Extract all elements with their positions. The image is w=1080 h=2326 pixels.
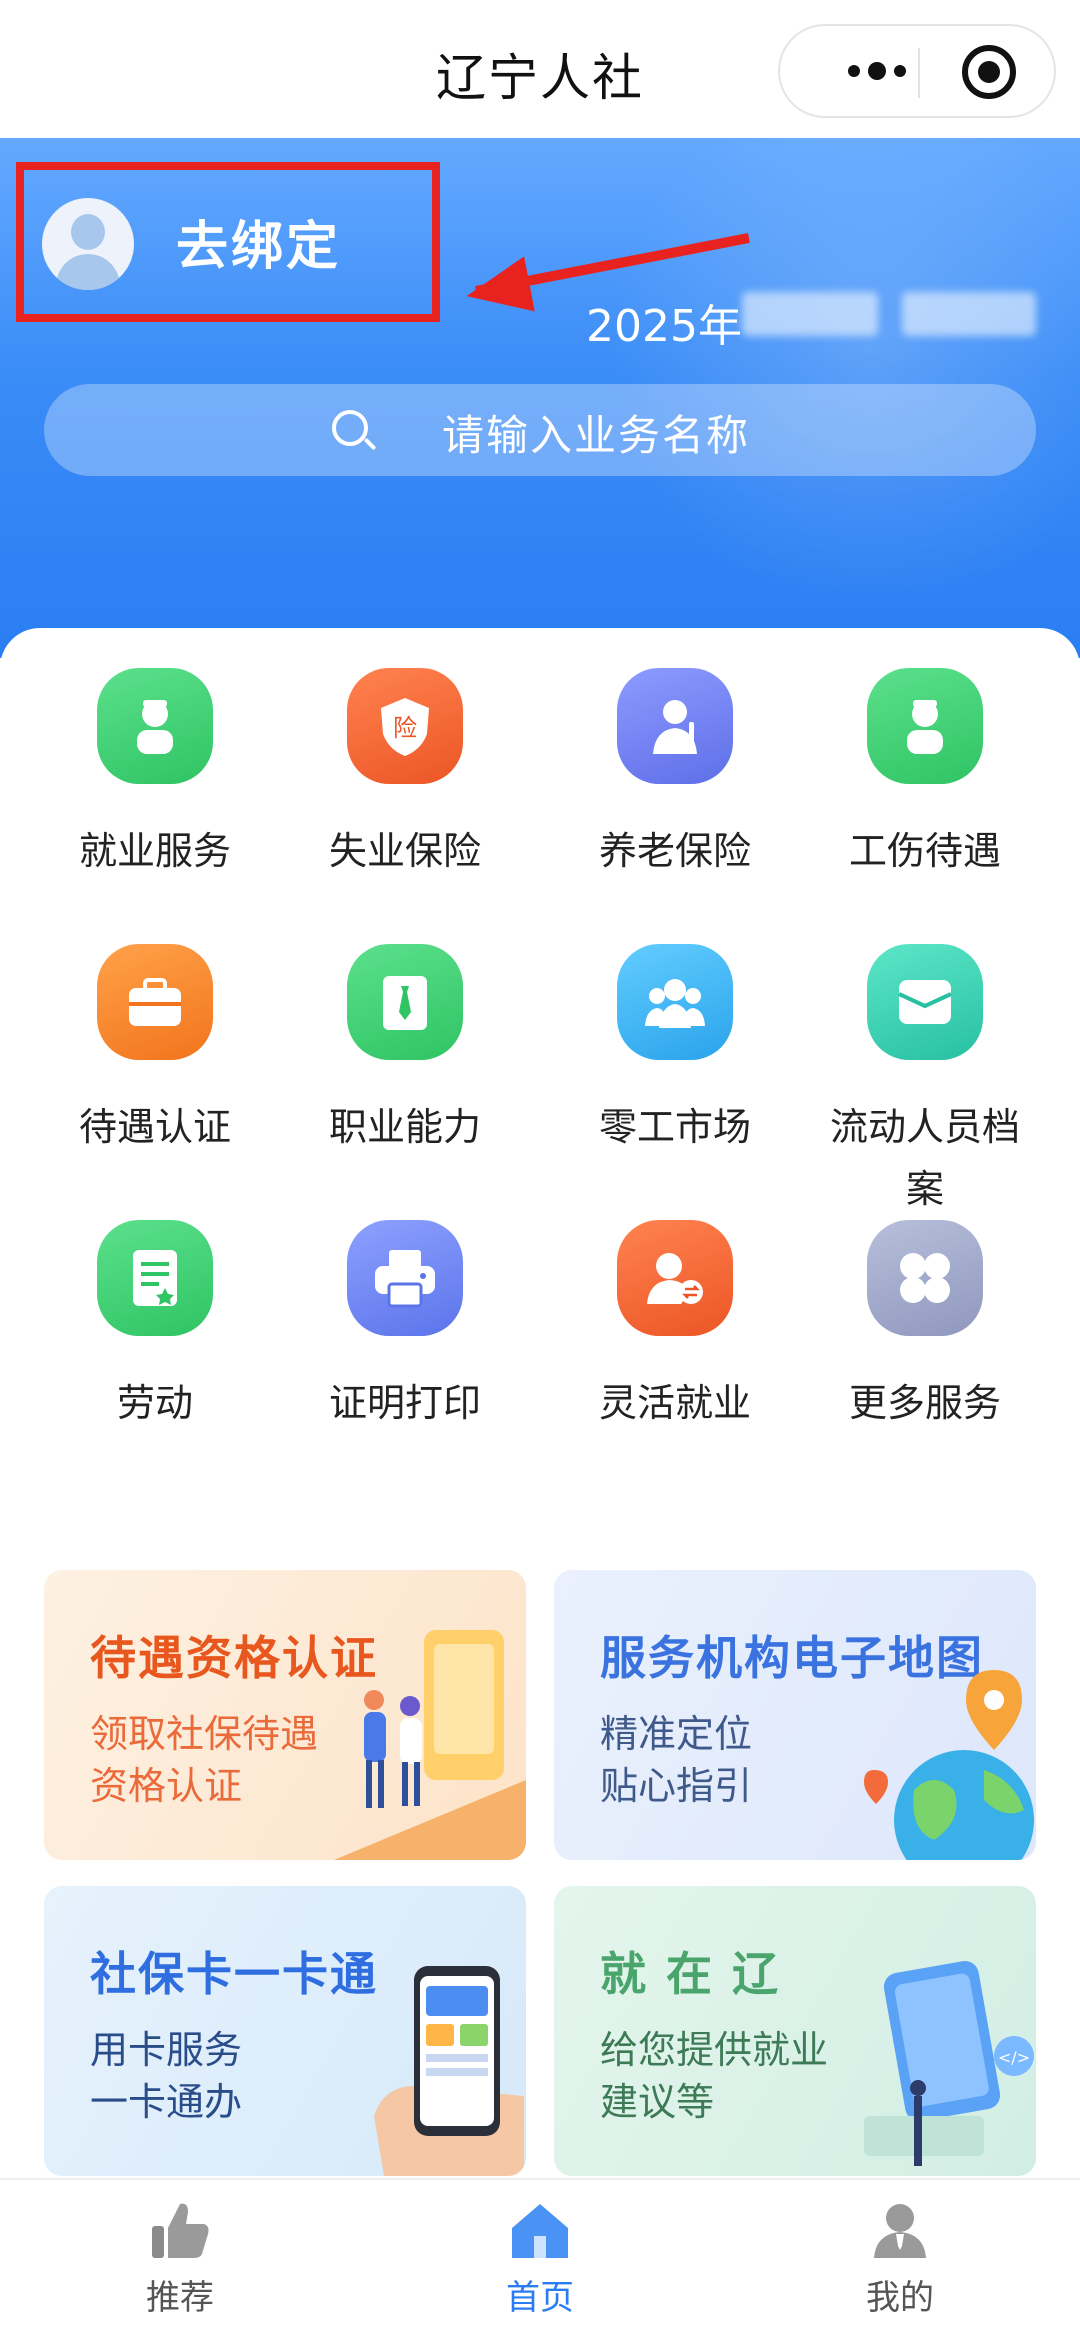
- service-label: 职业能力: [328, 1105, 481, 1149]
- service-label: 证明打印: [328, 1381, 481, 1425]
- service-item[interactable]: 零工市场: [540, 904, 810, 1174]
- home-icon: [512, 2204, 568, 2258]
- tab-home[interactable]: 首页: [440, 2180, 640, 2326]
- service-label: 更多服务: [848, 1381, 1001, 1425]
- user-icon: [874, 2204, 926, 2258]
- tab-recommend[interactable]: 推荐: [80, 2180, 280, 2326]
- unemployment-insurance-icon: 险: [347, 668, 463, 784]
- document-icon: [97, 1220, 213, 1336]
- service-item[interactable]: 流动人员档案: [790, 904, 1060, 1211]
- annotation-arrow-head: [461, 256, 535, 324]
- search-placeholder: 请输入业务名称: [442, 411, 751, 460]
- service-label: 养老保险: [598, 829, 751, 873]
- service-item[interactable]: 就业服务: [20, 628, 290, 898]
- search-icon: [332, 410, 368, 446]
- group-icon: [617, 944, 733, 1060]
- service-label: 失业保险: [328, 829, 481, 873]
- service-item[interactable]: 待遇认证: [20, 904, 290, 1174]
- tab-label: 我的: [866, 2278, 934, 2318]
- folder-icon: [867, 944, 983, 1060]
- tab-mine[interactable]: 我的: [800, 2180, 1000, 2326]
- service-label: 零工市场: [598, 1105, 751, 1149]
- service-item[interactable]: 养老保险: [540, 628, 810, 898]
- banner-title: 社保卡一卡通: [90, 1947, 378, 2001]
- svg-text:</>: </>: [998, 2048, 1030, 2067]
- search-bar[interactable]: 请输入业务名称: [44, 384, 1036, 476]
- people-illustration-icon: [334, 1630, 526, 1860]
- highlight-box: [16, 162, 440, 322]
- service-map-banner[interactable]: 服务机构电子地图 精准定位 贴心指引: [554, 1570, 1036, 1860]
- banner-subtitle: 用卡服务 一卡通办: [90, 2028, 243, 2124]
- jiuzailiao-banner[interactable]: 就 在 辽 给您提供就业 建议等 </>: [554, 1886, 1036, 2176]
- hero-banner: 去绑定 2025年 请输入业务名称: [0, 138, 1080, 658]
- tab-label: 推荐: [146, 2278, 214, 2318]
- service-item[interactable]: 工伤待遇: [790, 628, 1060, 898]
- close-mini-program-icon[interactable]: [962, 45, 1016, 99]
- capsule-divider: [918, 48, 920, 98]
- service-item[interactable]: 险 失业保险: [270, 628, 540, 898]
- service-item[interactable]: 灵活就业: [540, 1180, 810, 1450]
- globe-pin-icon: [864, 1670, 1034, 1860]
- devices-illustration-icon: </>: [864, 1961, 1034, 2166]
- bottom-tab-bar: 推荐 首页 我的: [0, 2178, 1080, 2326]
- tie-icon: [347, 944, 463, 1060]
- redacted-block: [742, 292, 878, 336]
- phone-in-hand-icon: [374, 1966, 524, 2176]
- social-security-card-banner[interactable]: 社保卡一卡通 用卡服务 一卡通办: [44, 1886, 526, 2176]
- printer-icon: [347, 1220, 463, 1336]
- service-item[interactable]: 劳动: [20, 1180, 290, 1450]
- service-item[interactable]: 职业能力: [270, 904, 540, 1174]
- banner-subtitle: 精准定位 贴心指引: [600, 1712, 753, 1808]
- tab-label: 首页: [506, 2278, 574, 2318]
- more-options-icon[interactable]: [822, 48, 932, 94]
- svg-text:险: 险: [393, 714, 417, 742]
- date-text: 2025年: [586, 301, 742, 352]
- service-item[interactable]: 更多服务: [790, 1180, 1060, 1450]
- banner-subtitle: 给您提供就业 建议等: [600, 2028, 829, 2124]
- service-label: 灵活就业: [598, 1381, 751, 1425]
- service-item[interactable]: 证明打印: [270, 1180, 540, 1450]
- pension-insurance-icon: [617, 668, 733, 784]
- more-services-icon: [867, 1220, 983, 1336]
- service-label: 工伤待遇: [848, 829, 1001, 873]
- service-label: 待遇认证: [78, 1105, 231, 1149]
- thumbs-up-icon: [152, 2203, 209, 2258]
- mini-program-capsule: [778, 24, 1056, 118]
- flexible-employment-icon: [617, 1220, 733, 1336]
- banner-subtitle: 领取社保待遇 资格认证: [90, 1712, 319, 1808]
- service-grid-panel: 就业服务 险 失业保险 养老保险 工伤待遇 待遇认证 职业能力 零工市场 流动人…: [0, 628, 1080, 2178]
- mini-program-header: 辽宁人社: [0, 0, 1080, 138]
- service-label: 就业服务: [78, 829, 231, 873]
- redacted-block: [902, 292, 1036, 336]
- work-injury-icon: [867, 668, 983, 784]
- qualification-certification-banner[interactable]: 待遇资格认证 领取社保待遇 资格认证: [44, 1570, 526, 1860]
- banner-title: 就 在 辽: [600, 1947, 781, 2001]
- service-label: 劳动: [116, 1381, 193, 1425]
- employment-service-icon: [97, 668, 213, 784]
- briefcase-icon: [97, 944, 213, 1060]
